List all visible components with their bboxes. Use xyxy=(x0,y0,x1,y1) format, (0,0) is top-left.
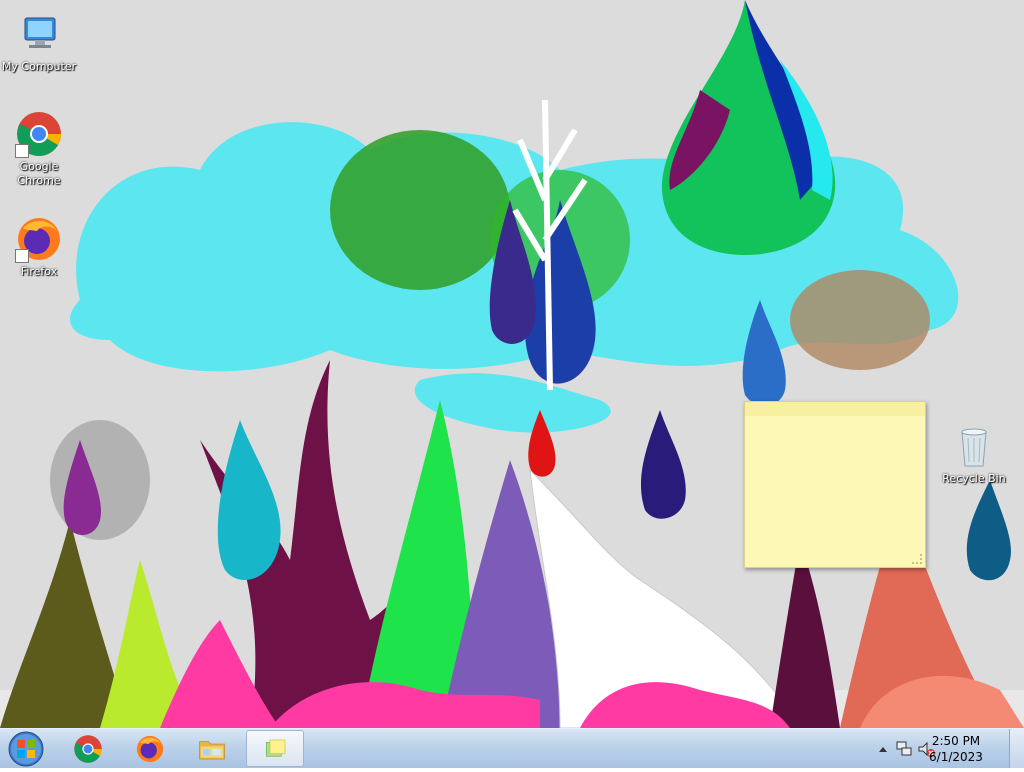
taskbar-pin-sticky-notes[interactable] xyxy=(246,730,304,767)
system-clock[interactable]: 2:50 PM 6/1/2023 xyxy=(924,733,988,765)
clock-date: 6/1/2023 xyxy=(929,750,983,764)
network-icon[interactable] xyxy=(895,740,913,758)
sticky-note-header[interactable] xyxy=(745,402,925,416)
taskbar-pin-windows-explorer[interactable] xyxy=(184,730,242,767)
recycle-bin-icon xyxy=(950,422,998,470)
computer-icon xyxy=(15,10,63,58)
wallpaper-image xyxy=(0,0,1024,728)
sticky-note[interactable] xyxy=(744,401,926,568)
windows-logo-icon xyxy=(8,731,44,767)
chrome-icon xyxy=(15,110,63,158)
start-button[interactable] xyxy=(4,730,48,768)
desktop-icon-label: My Computer xyxy=(1,60,77,73)
sticky-notes-icon xyxy=(265,739,286,757)
firefox-icon xyxy=(136,735,164,763)
resize-grip-icon[interactable] xyxy=(912,554,922,564)
desktop-icon-label: Google Chrome xyxy=(17,160,61,187)
folder-icon xyxy=(199,741,225,760)
desktop-icon-recycle-bin[interactable]: Recycle Bin xyxy=(936,422,1012,486)
taskbar: 2:50 PM 6/1/2023 xyxy=(0,728,1024,768)
desktop-icon-my-computer[interactable]: My Computer xyxy=(1,10,77,74)
shortcut-arrow-icon xyxy=(15,144,29,158)
desktop-icon-label: Firefox xyxy=(20,265,58,278)
desktop-icon-google-chrome[interactable]: Google Chrome xyxy=(1,110,77,188)
chrome-icon xyxy=(74,735,102,763)
firefox-icon xyxy=(15,215,63,263)
clock-time: 2:50 PM xyxy=(931,734,981,748)
desktop[interactable]: My Computer Google Chrome Firefox Recycl… xyxy=(0,0,1024,728)
show-hidden-icons-icon[interactable] xyxy=(878,745,888,753)
show-desktop-button[interactable] xyxy=(1009,729,1024,768)
taskbar-pin-chrome[interactable] xyxy=(60,730,118,767)
sticky-note-text[interactable] xyxy=(745,416,925,428)
notification-area: 2:50 PM 6/1/2023 xyxy=(864,729,1024,769)
desktop-icon-label: Recycle Bin xyxy=(942,472,1006,485)
shortcut-arrow-icon xyxy=(15,249,29,263)
taskbar-pin-firefox[interactable] xyxy=(122,730,180,767)
desktop-icon-firefox[interactable]: Firefox xyxy=(1,215,77,279)
